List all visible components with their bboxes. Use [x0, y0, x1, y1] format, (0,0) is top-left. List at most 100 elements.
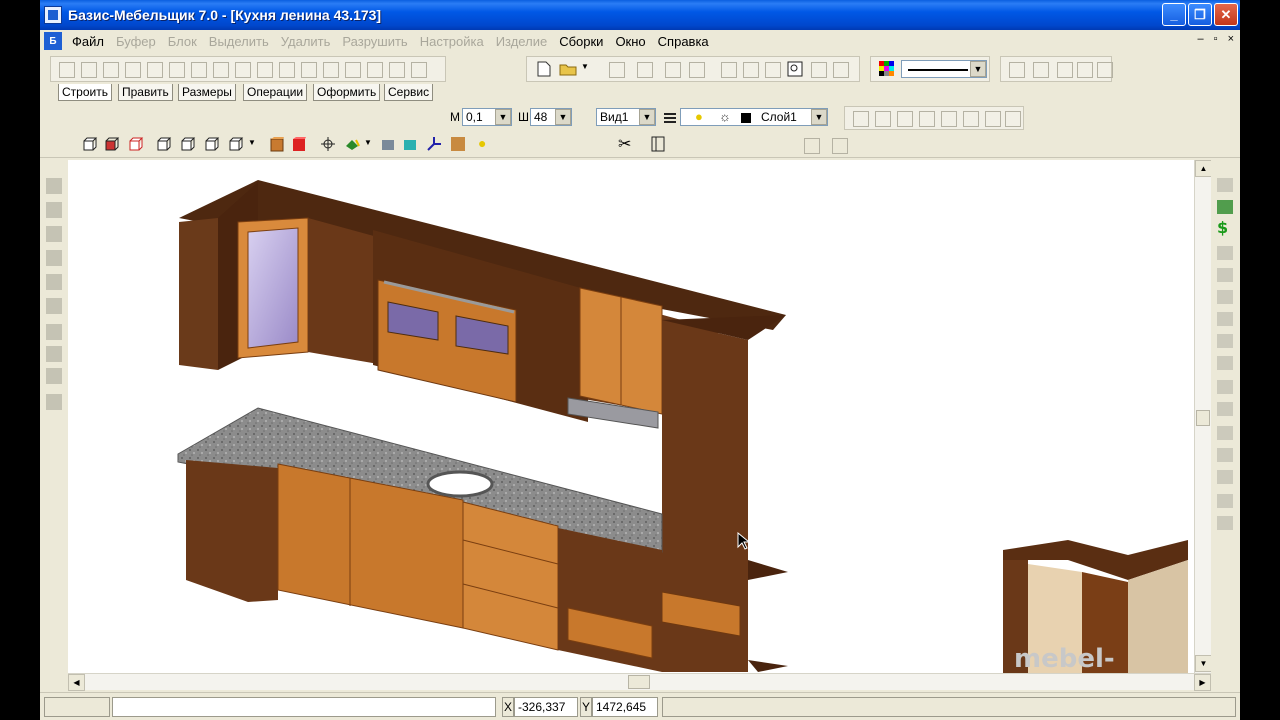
panel-frontal-icon[interactable]: [46, 226, 62, 242]
ortho-icon[interactable]: [1007, 60, 1025, 78]
menu-window[interactable]: Окно: [609, 34, 651, 49]
pointer-icon[interactable]: [851, 109, 869, 127]
scroll-left-icon[interactable]: ◀: [68, 674, 85, 691]
new-file-icon[interactable]: [537, 61, 551, 77]
zoom-in-icon[interactable]: [741, 60, 759, 78]
polyline-icon[interactable]: [79, 60, 97, 78]
rectangle-icon[interactable]: [189, 60, 207, 78]
split-icon[interactable]: [1217, 402, 1233, 416]
properties-icon[interactable]: [1095, 60, 1113, 78]
scissors-icon[interactable]: ✂: [618, 134, 631, 154]
menu-settings[interactable]: Настройка: [414, 34, 490, 49]
title-bar[interactable]: Базис-Мебельщик 7.0 - [Кухня ленина 43.1…: [40, 0, 1240, 30]
trim-icon[interactable]: [343, 60, 361, 78]
menu-delete[interactable]: Удалить: [275, 34, 337, 49]
tab-edit[interactable]: Править: [118, 84, 173, 101]
freeze-icon[interactable]: ☼: [719, 109, 731, 124]
menu-product[interactable]: Изделие: [490, 34, 553, 49]
texture-icon[interactable]: [380, 136, 396, 152]
view-top-icon[interactable]: [180, 136, 196, 152]
grid-icon[interactable]: [1031, 60, 1049, 78]
undo-icon[interactable]: [663, 60, 681, 78]
print-icon[interactable]: [635, 60, 653, 78]
scroll-down-icon[interactable]: ▼: [1195, 655, 1212, 672]
settings-icon[interactable]: [895, 109, 913, 127]
tab-operations[interactable]: Операции: [243, 84, 308, 101]
horizontal-scroll-thumb[interactable]: [628, 675, 650, 689]
zoom-previous-icon[interactable]: [809, 60, 827, 78]
paint-dropdown-icon[interactable]: ▼: [364, 138, 372, 147]
view-front-icon[interactable]: [82, 136, 98, 152]
menu-assemblies[interactable]: Сборки: [553, 34, 609, 49]
color-mode-icon[interactable]: [292, 136, 308, 152]
light-icon[interactable]: ●: [478, 135, 486, 151]
mdi-close-button[interactable]: ×: [1228, 33, 1234, 45]
redo-icon[interactable]: [687, 60, 705, 78]
open-dropdown-icon[interactable]: ▼: [581, 62, 589, 71]
line-icon[interactable]: [57, 60, 75, 78]
layers-icon[interactable]: [662, 110, 678, 126]
document-icon[interactable]: Б: [44, 32, 62, 50]
linetype-select[interactable]: ▼: [901, 60, 987, 78]
scroll-up-icon[interactable]: ▲: [1195, 160, 1212, 177]
tab-dimensions[interactable]: Размеры: [178, 84, 236, 101]
text-icon[interactable]: [961, 109, 979, 127]
frame-icon[interactable]: [917, 109, 935, 127]
hatch-icon[interactable]: [387, 60, 405, 78]
horizontal-scrollbar[interactable]: ◀ ▶: [68, 673, 1211, 691]
material-tag-icon[interactable]: [1217, 200, 1233, 214]
minimize-button[interactable]: _: [1162, 3, 1186, 26]
polygon-icon[interactable]: [211, 60, 229, 78]
zoom-extents-icon[interactable]: [787, 61, 803, 77]
scale-select[interactable]: 0,1 ▼: [462, 108, 512, 126]
tab-format[interactable]: Оформить: [313, 84, 381, 101]
tab-build[interactable]: Строить: [58, 84, 112, 101]
menu-select[interactable]: Выделить: [203, 34, 275, 49]
panel-box-icon[interactable]: [46, 250, 62, 266]
help-icon[interactable]: [1075, 60, 1093, 78]
pan-hand-icon[interactable]: [719, 60, 737, 78]
close-button[interactable]: ✕: [1214, 3, 1238, 26]
panel-cut-icon[interactable]: [46, 298, 62, 314]
panel-horizontal-icon[interactable]: [46, 178, 62, 194]
check-icon[interactable]: [409, 60, 427, 78]
stack-icon[interactable]: [1217, 448, 1233, 462]
menu-block[interactable]: Блок: [162, 34, 203, 49]
lock-icon[interactable]: [1217, 334, 1233, 348]
panel-curved-icon[interactable]: [46, 274, 62, 290]
view-bottom-icon[interactable]: [204, 136, 220, 152]
tab-service[interactable]: Сервис: [384, 84, 434, 101]
cross-icon[interactable]: [1217, 356, 1233, 370]
chevron-down-icon[interactable]: ▼: [495, 109, 511, 125]
spline-icon[interactable]: [255, 60, 273, 78]
chevron-down-icon[interactable]: ▼: [639, 109, 655, 125]
corner-icon[interactable]: [123, 60, 141, 78]
groove-icon[interactable]: [46, 368, 62, 384]
view-dropdown-icon[interactable]: ▼: [248, 138, 256, 147]
fastener-icon[interactable]: [46, 324, 62, 340]
save-icon[interactable]: [607, 60, 625, 78]
menu-buffer[interactable]: Буфер: [110, 34, 162, 49]
report-icon[interactable]: [802, 136, 820, 154]
fillet-icon[interactable]: [299, 60, 317, 78]
edit-icon[interactable]: [1217, 516, 1233, 530]
cut-list-icon[interactable]: [1217, 290, 1233, 304]
panel-icon[interactable]: [650, 136, 666, 152]
export-icon[interactable]: [830, 136, 848, 154]
chevron-down-icon[interactable]: ▼: [555, 109, 571, 125]
insert-icon[interactable]: [46, 394, 62, 410]
panel-vertical-icon[interactable]: [46, 202, 62, 218]
catalog-icon[interactable]: [1217, 178, 1233, 192]
vertical-scroll-thumb[interactable]: [1196, 410, 1210, 426]
scroll-right-icon[interactable]: ▶: [1194, 674, 1211, 691]
model-viewport[interactable]: mebel-id.com: [68, 160, 1194, 673]
point-icon[interactable]: [277, 60, 295, 78]
mdi-restore-button[interactable]: ▫: [1214, 33, 1218, 45]
material-icon[interactable]: [402, 136, 418, 152]
layout-icon[interactable]: [1217, 494, 1233, 508]
dimension-icon[interactable]: [1217, 380, 1233, 394]
lightbulb-icon[interactable]: ●: [695, 109, 703, 124]
chamfer-icon[interactable]: [321, 60, 339, 78]
hole-icon[interactable]: [46, 346, 62, 362]
view-right-icon[interactable]: [156, 136, 172, 152]
